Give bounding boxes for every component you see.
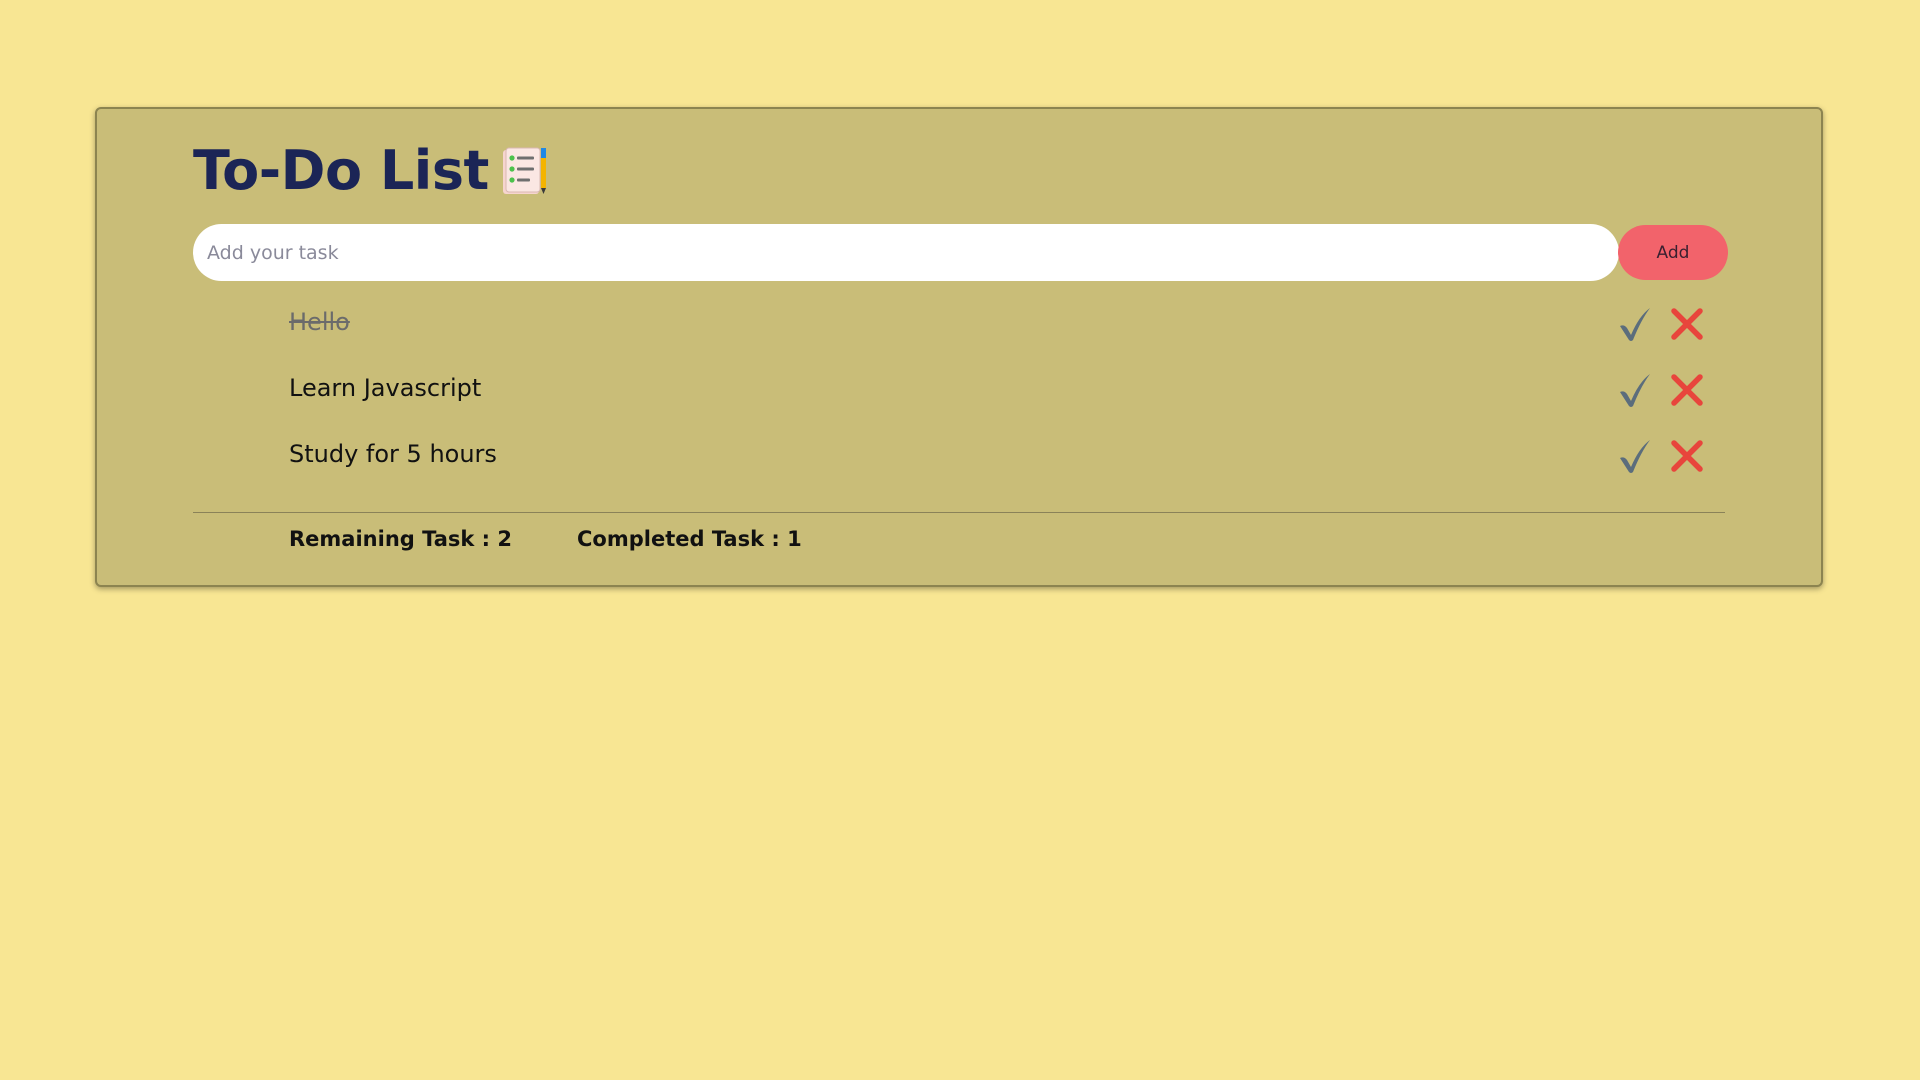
remaining-count: Remaining Task : 2 — [289, 527, 512, 551]
check-mark-icon[interactable] — [1617, 370, 1653, 410]
cross-mark-icon[interactable] — [1669, 438, 1705, 474]
task-input[interactable] — [193, 224, 1619, 281]
title-row: To-Do List — [193, 139, 549, 202]
task-text[interactable]: Learn Javascript — [289, 374, 481, 402]
task-text[interactable]: Study for 5 hours — [289, 440, 497, 468]
completed-count: Completed Task : 1 — [577, 527, 802, 551]
check-mark-icon[interactable] — [1617, 304, 1653, 344]
task-item: Learn Javascript — [193, 360, 1725, 426]
task-item: Study for 5 hours — [193, 426, 1725, 492]
cross-mark-icon[interactable] — [1669, 306, 1705, 342]
task-item: Hello — [193, 294, 1725, 360]
check-mark-icon[interactable] — [1617, 436, 1653, 476]
task-input-row: Add — [193, 224, 1728, 281]
todo-card-inner: To-Do List Add your task Add Hello Learn… — [193, 109, 1728, 585]
page-title: To-Do List — [193, 139, 489, 202]
task-stats: Remaining Task : 2 Completed Task : 1 — [289, 527, 802, 551]
cross-mark-icon[interactable] — [1669, 372, 1705, 408]
todo-card: To-Do List Add your task Add Hello Learn… — [95, 107, 1823, 587]
add-button[interactable]: Add — [1618, 225, 1728, 280]
task-text[interactable]: Hello — [289, 308, 350, 336]
notepad-checklist-icon — [501, 146, 549, 196]
divider — [193, 512, 1725, 513]
task-list: Hello Learn Javascript Study for 5 hours — [193, 294, 1725, 492]
